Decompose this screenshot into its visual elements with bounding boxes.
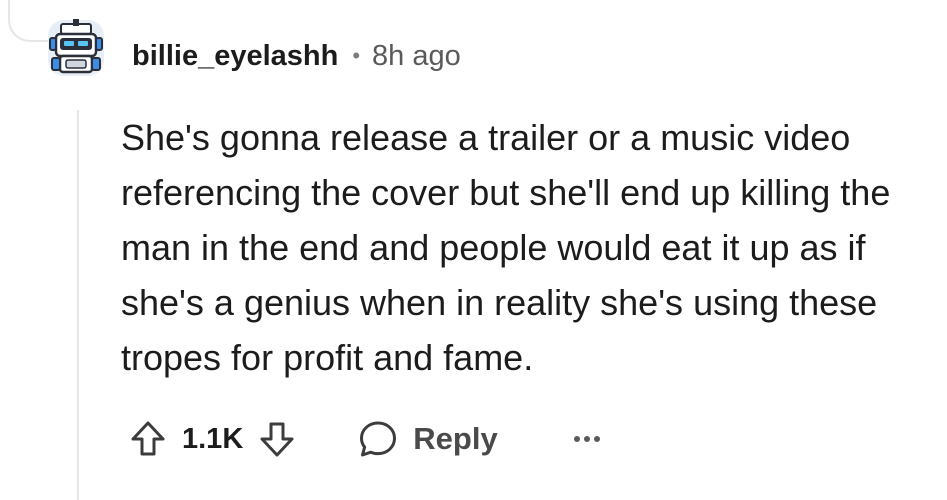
more-options-button[interactable]	[573, 424, 600, 454]
robot-avatar-icon	[48, 19, 104, 76]
downvote-button[interactable]	[257, 419, 297, 459]
comment-header: billie_eyelashh • 8h ago	[132, 34, 461, 78]
timestamp[interactable]: 8h ago	[372, 34, 461, 78]
comment-body: She's gonna release a trailer or a music…	[121, 117, 891, 378]
username-link[interactable]: billie_eyelashh	[132, 34, 338, 78]
upvote-button[interactable]	[128, 419, 168, 459]
upvote-arrow-icon	[131, 421, 165, 456]
comment-actions: 1.1K Reply	[128, 413, 600, 465]
speech-bubble-icon	[360, 421, 397, 457]
separator-dot: •	[352, 43, 361, 68]
reply-label: Reply	[413, 421, 498, 456]
avatar[interactable]	[44, 16, 108, 80]
more-options-icon	[583, 436, 590, 442]
thread-line[interactable]	[77, 110, 79, 500]
more-options-icon	[593, 436, 600, 442]
more-options-icon	[573, 436, 580, 442]
downvote-arrow-icon	[260, 422, 294, 457]
reply-button[interactable]: Reply	[357, 418, 498, 460]
vote-count: 1.1K	[182, 422, 244, 455]
